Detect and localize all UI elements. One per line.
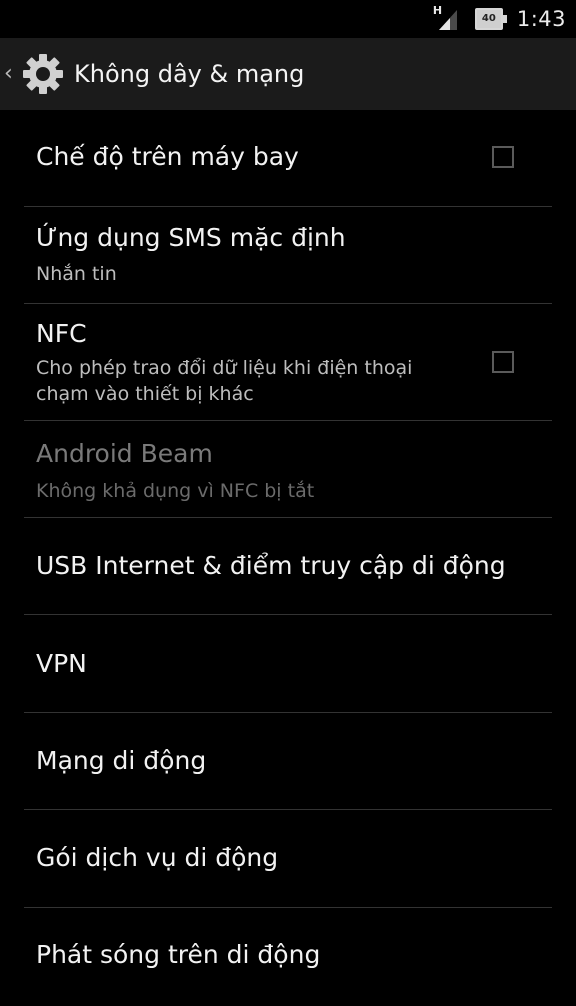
item-title: VPN bbox=[36, 649, 87, 678]
default-sms-app-item[interactable]: Ứng dụng SMS mặc định Nhắn tin bbox=[24, 207, 552, 304]
page-title: Không dây & mạng bbox=[74, 60, 305, 88]
back-chevron-icon[interactable]: ‹ bbox=[4, 63, 20, 85]
item-summary-line-2: chạm vào thiết bị khác bbox=[36, 383, 254, 405]
settings-list: Chế độ trên máy bay Ứng dụng SMS mặc địn… bbox=[0, 110, 576, 1006]
vpn-item[interactable]: VPN bbox=[24, 615, 552, 713]
item-title: Android Beam bbox=[36, 439, 213, 468]
battery-icon: 40 bbox=[474, 8, 507, 30]
item-summary-line-1: Cho phép trao đổi dữ liệu khi điện thoại bbox=[36, 357, 413, 379]
battery-level: 40 bbox=[481, 13, 496, 24]
clock: 1:43 bbox=[516, 7, 566, 31]
item-summary: Nhắn tin bbox=[36, 263, 117, 285]
signal-icon: H bbox=[432, 4, 459, 32]
item-title: NFC bbox=[36, 319, 87, 348]
airplane-mode-item[interactable]: Chế độ trên máy bay bbox=[24, 110, 552, 207]
item-title: Chế độ trên máy bay bbox=[36, 142, 299, 171]
item-summary: Không khả dụng vì NFC bị tắt bbox=[36, 480, 315, 502]
action-bar: ‹ Không dây & mạng bbox=[0, 38, 576, 110]
item-title: Ứng dụng SMS mặc định bbox=[36, 223, 346, 252]
settings-gear-icon[interactable] bbox=[20, 51, 66, 97]
cell-broadcast-item[interactable]: Phát sóng trên di động bbox=[24, 908, 552, 1006]
nfc-checkbox[interactable] bbox=[492, 351, 514, 373]
item-title: Phát sóng trên di động bbox=[36, 940, 321, 969]
item-title: Mạng di động bbox=[36, 746, 207, 775]
android-beam-item: Android Beam Không khả dụng vì NFC bị tắ… bbox=[24, 421, 552, 518]
status-bar: H 40 1:43 bbox=[0, 0, 576, 38]
item-title: USB Internet & điểm truy cập di động bbox=[36, 551, 506, 580]
nfc-item[interactable]: NFC Cho phép trao đổi dữ liệu khi điện t… bbox=[24, 304, 552, 421]
status-icons: H 40 1:43 bbox=[433, 4, 566, 34]
network-type-label: H bbox=[432, 4, 443, 17]
usb-tethering-hotspot-item[interactable]: USB Internet & điểm truy cập di động bbox=[24, 518, 552, 615]
item-title: Gói dịch vụ di động bbox=[36, 843, 279, 872]
airplane-mode-checkbox[interactable] bbox=[492, 146, 514, 168]
mobile-plan-item[interactable]: Gói dịch vụ di động bbox=[24, 810, 552, 908]
mobile-network-item[interactable]: Mạng di động bbox=[24, 713, 552, 810]
